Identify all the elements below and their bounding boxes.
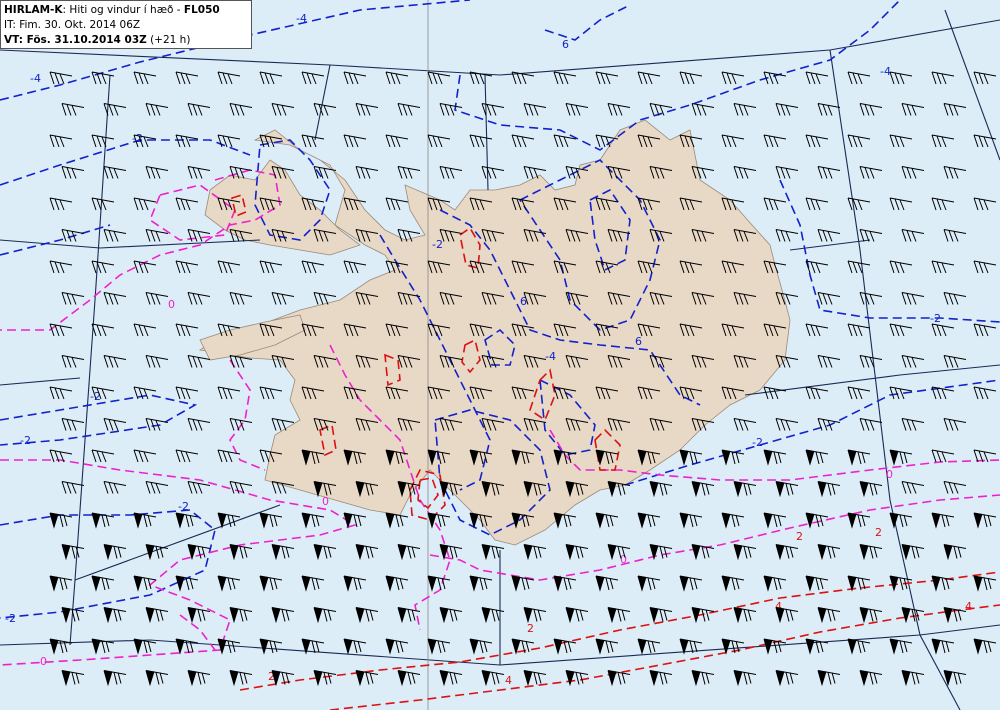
contour-label-neg4-b: -4	[30, 72, 41, 85]
contour-label-zero-d: 0	[322, 495, 329, 508]
contour-label-neg2-e: -2	[5, 612, 16, 625]
valid-time-line: VT: Fös. 31.10.2014 03Z (+21 h)	[4, 33, 248, 48]
contour-label-zero-b: 0	[886, 468, 893, 481]
contour-label-neg6-c: 6	[635, 335, 642, 348]
model-name: HIRLAM-K	[4, 4, 63, 16]
contour-label-neg2-d: -2	[178, 500, 189, 513]
contour-label-pos2-b: 2	[796, 530, 803, 543]
title-desc: : Hiti og vindur í hæð -	[62, 4, 184, 16]
contour-label-pos2-a: 2	[875, 526, 882, 539]
contour-label-neg4-a: -4	[296, 12, 307, 25]
initial-time: IT: Fim. 30. Okt. 2014 06Z	[4, 19, 141, 31]
contour-label-neg6: 6	[562, 38, 569, 51]
weather-map[interactable]: -4 -4 -4 6 -2 -2 -2 -2 -2 -2 -2 -2 -4 6 …	[0, 0, 1000, 710]
contour-label-neg4-d: -4	[545, 350, 556, 363]
valid-time: Fös. 31.10.2014 03Z	[26, 34, 147, 46]
forecast-lead: (+21 h)	[146, 34, 191, 46]
contour-label-zero-a: 0	[40, 655, 47, 668]
title-box: HIRLAM-K: Hiti og vindur í hæð - FL050 I…	[0, 0, 252, 49]
contour-label-neg2-c: -2	[20, 434, 31, 447]
contour-label-pos4-c: 4	[505, 674, 512, 687]
contour-label-neg2-b: -2	[930, 312, 941, 325]
flight-level: FL050	[183, 4, 220, 16]
contour-label-zero-e: 0	[168, 298, 175, 311]
contour-label-neg4-c: -4	[880, 65, 891, 78]
valid-time-prefix: VT:	[4, 34, 27, 46]
contour-label-zero-c: 0	[620, 553, 627, 566]
contour-label-pos2-c: 2	[527, 622, 534, 635]
contour-label-neg2-h: -2	[432, 238, 443, 251]
contour-label-neg2-f: -2	[752, 436, 763, 449]
title-line: HIRLAM-K: Hiti og vindur í hæð - FL050	[4, 3, 248, 18]
